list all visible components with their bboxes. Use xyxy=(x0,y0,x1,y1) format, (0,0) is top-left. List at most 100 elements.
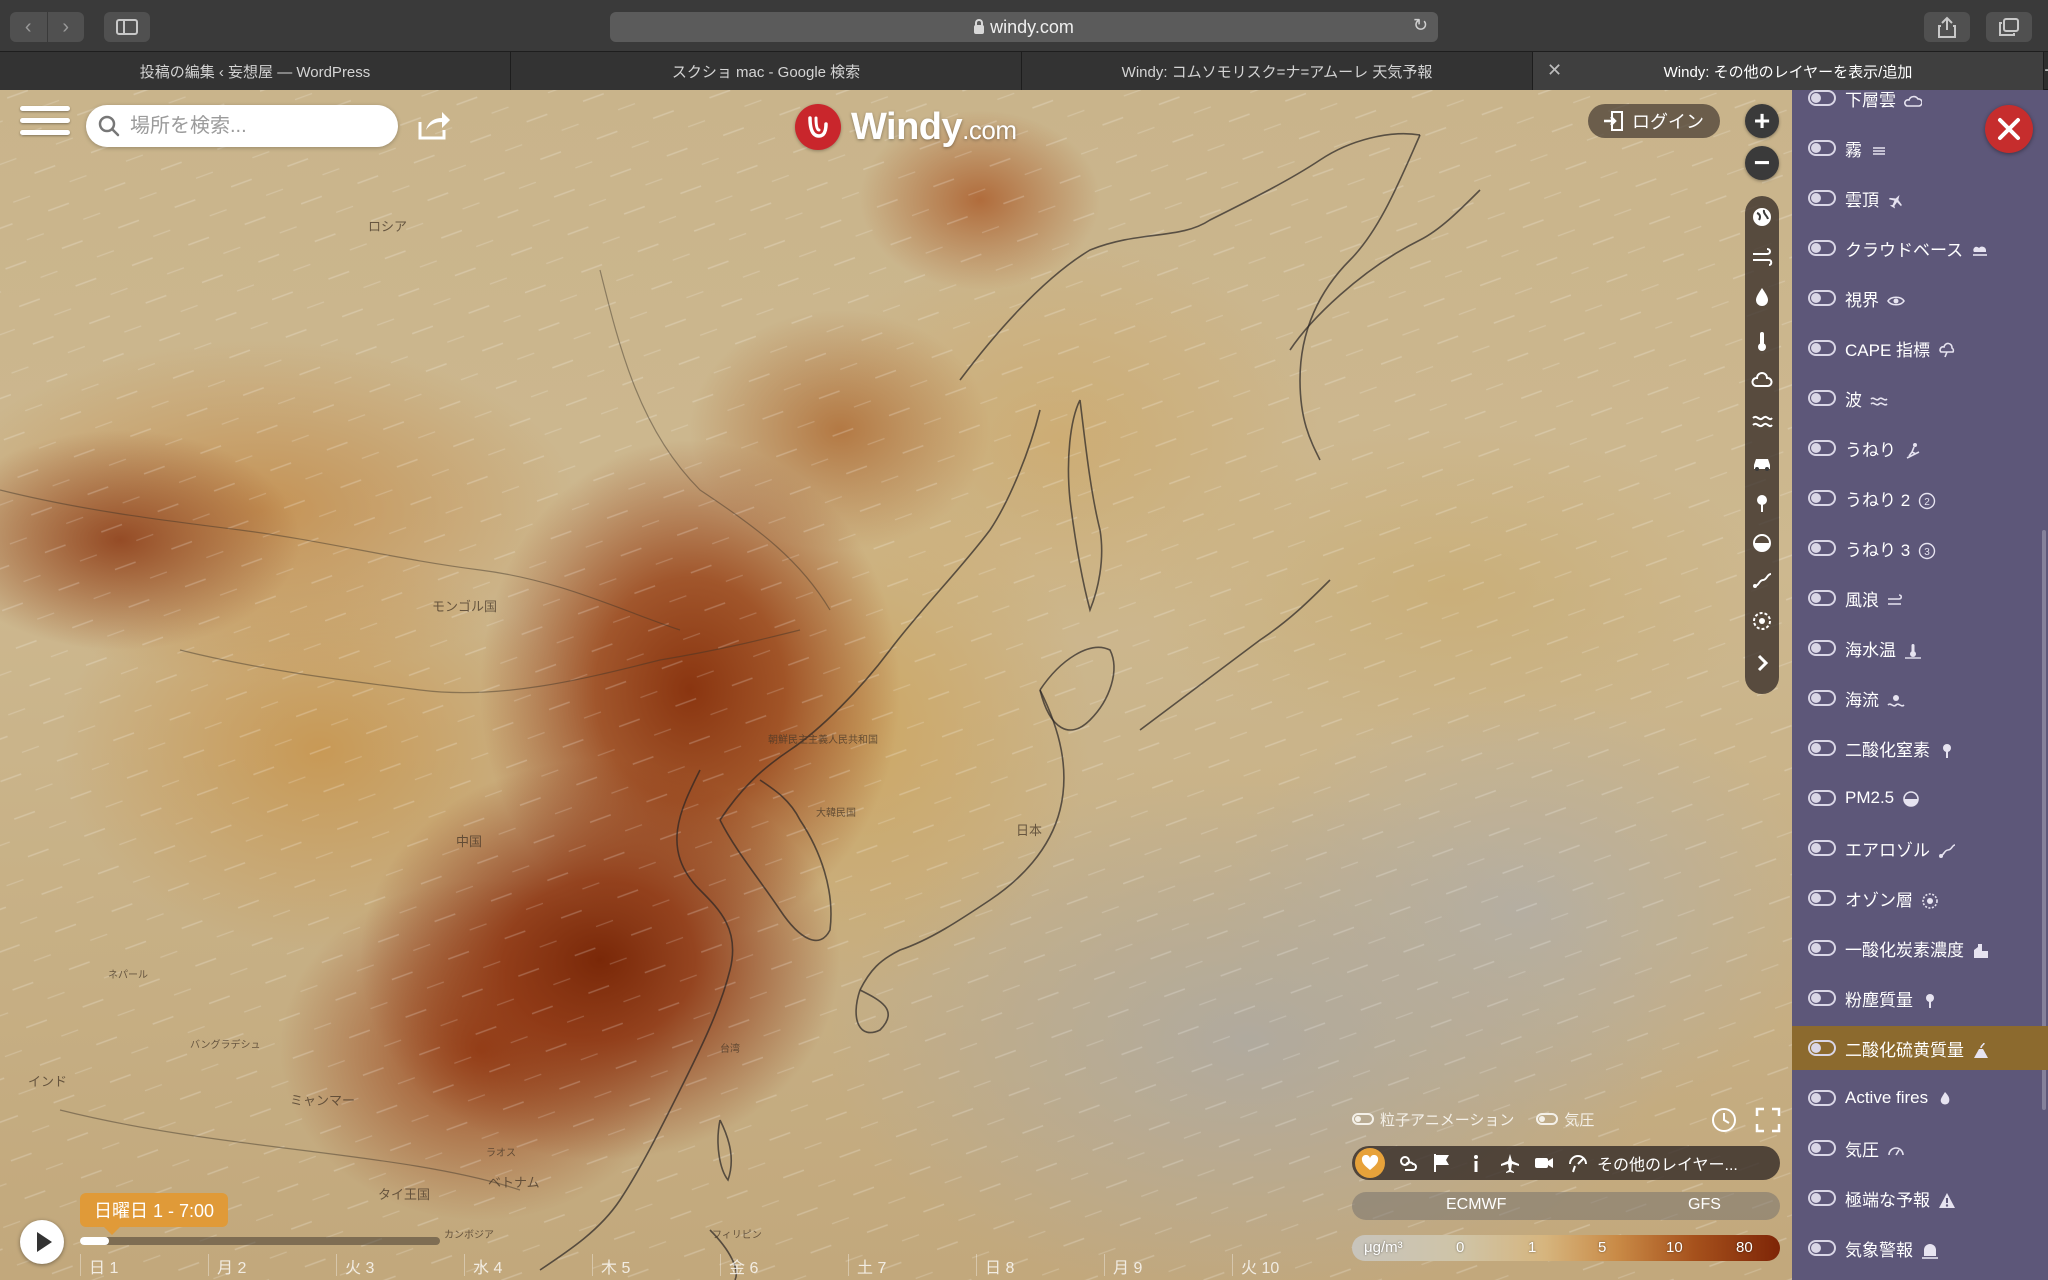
tab-wordpress[interactable]: 投稿の編集 ‹ 妄想屋 — WordPress xyxy=(0,52,511,90)
more-layers-button[interactable]: その他のレイヤー... xyxy=(1597,1151,1738,1175)
layer-item[interactable]: うねり 3 3 xyxy=(1792,526,2048,570)
menu-button[interactable] xyxy=(20,106,70,146)
layer-toggle[interactable] xyxy=(1808,490,1836,506)
globe-icon[interactable] xyxy=(1751,206,1773,228)
pressure-toggle[interactable] xyxy=(1536,1113,1559,1125)
timeline-day[interactable]: 木 5 xyxy=(592,1254,630,1277)
layer-toggle[interactable] xyxy=(1808,1040,1836,1056)
timeline-day[interactable]: 月 2 xyxy=(208,1254,246,1277)
car-icon[interactable] xyxy=(1751,452,1773,474)
layer-item[interactable]: CAPE 指標 xyxy=(1792,326,2048,370)
layer-item[interactable]: うねり xyxy=(1792,426,2048,470)
layer-item[interactable]: 雲頂 xyxy=(1792,176,2048,220)
layer-item[interactable]: Active fires xyxy=(1792,1076,2048,1120)
radar-icon[interactable] xyxy=(1567,1152,1589,1174)
layer-item[interactable]: うねり 2 2 xyxy=(1792,476,2048,520)
layer-item[interactable]: 海流 xyxy=(1792,676,2048,720)
layer-item[interactable]: オゾン層 xyxy=(1792,876,2048,920)
layer-item[interactable]: PM2.5 xyxy=(1792,776,2048,820)
timeline-day[interactable]: 火 3 xyxy=(336,1254,374,1277)
clock-icon[interactable] xyxy=(1710,1106,1738,1134)
info-icon[interactable] xyxy=(1465,1152,1487,1174)
layer-item[interactable]: 粉塵質量 xyxy=(1792,976,2048,1020)
close-panel-button[interactable] xyxy=(1985,105,2033,153)
tab-overview-button[interactable] xyxy=(1986,12,2032,42)
layer-item[interactable]: 気圧 xyxy=(1792,1126,2048,1170)
zoom-in-button[interactable]: + xyxy=(1745,104,1779,138)
layer-toggle[interactable] xyxy=(1808,1240,1836,1256)
tab-google-search[interactable]: スクショ mac - Google 検索 xyxy=(511,52,1022,90)
layer-item[interactable]: 二酸化硫黄質量 xyxy=(1792,1026,2048,1070)
timeline-day[interactable]: 火 10 xyxy=(1232,1254,1279,1277)
weather-map[interactable]: ロシア モンゴル国 中国 朝鮮民主主義人民共和国 大韓民国 日本 ネパール バン… xyxy=(0,90,1792,1280)
model-ecmwf[interactable]: ECMWF xyxy=(1446,1196,1506,1214)
share-map-icon[interactable] xyxy=(414,106,452,144)
layer-toggle[interactable] xyxy=(1808,740,1836,756)
rain-icon[interactable] xyxy=(1751,286,1773,308)
layer-toggle[interactable] xyxy=(1808,990,1836,1006)
timeline-day[interactable]: 日 1 xyxy=(80,1254,118,1277)
layer-toggle[interactable] xyxy=(1808,940,1836,956)
layer-toggle[interactable] xyxy=(1808,640,1836,656)
close-tab-icon[interactable]: ✕ xyxy=(1547,60,1562,81)
layer-toggle[interactable] xyxy=(1808,190,1836,206)
pm25-icon[interactable] xyxy=(1751,532,1773,554)
layer-item[interactable]: 海水温 xyxy=(1792,626,2048,670)
new-tab-button[interactable]: + xyxy=(2044,52,2048,89)
layer-toggle[interactable] xyxy=(1808,390,1836,406)
layer-toggle[interactable] xyxy=(1808,440,1836,456)
layer-toggle[interactable] xyxy=(1808,540,1836,556)
flag-icon[interactable] xyxy=(1431,1152,1453,1174)
play-button[interactable] xyxy=(20,1220,64,1264)
fullscreen-icon[interactable] xyxy=(1754,1106,1782,1134)
layer-item[interactable]: 一酸化炭素濃度 xyxy=(1792,926,2048,970)
favorites-button[interactable] xyxy=(1355,1148,1385,1178)
ozone-icon[interactable] xyxy=(1751,610,1773,632)
layer-toggle[interactable] xyxy=(1808,790,1836,806)
layer-toggle[interactable] xyxy=(1808,240,1836,256)
wind-icon[interactable] xyxy=(1751,246,1773,268)
layer-item[interactable]: エアロゾル xyxy=(1792,826,2048,870)
login-button[interactable]: ログイン xyxy=(1588,104,1720,138)
layer-toggle[interactable] xyxy=(1808,90,1836,106)
layer-toggle[interactable] xyxy=(1808,340,1836,356)
waves-icon[interactable] xyxy=(1751,410,1773,432)
reload-icon[interactable]: ↻ xyxy=(1413,15,1428,36)
timeline-day[interactable]: 日 8 xyxy=(976,1254,1014,1277)
no2-icon[interactable] xyxy=(1751,492,1773,514)
model-gfs[interactable]: GFS xyxy=(1688,1196,1721,1214)
windy-logo[interactable]: Windy.com xyxy=(795,104,1017,150)
search-input[interactable] xyxy=(130,111,380,141)
timeline-progress[interactable] xyxy=(80,1237,109,1245)
search-box[interactable] xyxy=(86,105,398,147)
layer-item[interactable]: 風浪 xyxy=(1792,576,2048,620)
layer-item[interactable]: 極端な予報 xyxy=(1792,1176,2048,1220)
chevron-right-icon[interactable] xyxy=(1751,652,1773,674)
back-icon[interactable]: ‹ xyxy=(10,12,47,42)
webcam-icon[interactable] xyxy=(1533,1152,1555,1174)
airplane-icon[interactable] xyxy=(1499,1152,1521,1174)
tab-windy-layers[interactable]: ✕ Windy: その他のレイヤーを表示/追加 xyxy=(1533,52,2044,90)
layer-toggle[interactable] xyxy=(1808,1190,1836,1206)
zoom-out-button[interactable]: − xyxy=(1745,146,1779,180)
layer-toggle[interactable] xyxy=(1808,890,1836,906)
layer-toggle[interactable] xyxy=(1808,590,1836,606)
layer-item[interactable]: 気象警報 xyxy=(1792,1226,2048,1270)
timeline-day[interactable]: 水 4 xyxy=(464,1254,502,1277)
layer-toggle[interactable] xyxy=(1808,1090,1836,1106)
particles-toggle[interactable] xyxy=(1352,1113,1374,1125)
clouds-icon[interactable] xyxy=(1751,370,1773,392)
timeline-day[interactable]: 金 6 xyxy=(720,1254,758,1277)
layer-toggle[interactable] xyxy=(1808,840,1836,856)
weather-icon[interactable] xyxy=(1397,1152,1419,1174)
temperature-icon[interactable] xyxy=(1751,330,1773,352)
timeline-track[interactable] xyxy=(80,1237,440,1245)
layer-item[interactable]: 波 xyxy=(1792,376,2048,420)
sidebar-toggle-button[interactable] xyxy=(104,12,150,42)
layer-toggle[interactable] xyxy=(1808,290,1836,306)
layer-item[interactable]: クラウドベース xyxy=(1792,226,2048,270)
layer-toggle[interactable] xyxy=(1808,140,1836,156)
layer-toggle[interactable] xyxy=(1808,1140,1836,1156)
timeline-day[interactable]: 月 9 xyxy=(1104,1254,1142,1277)
layer-toggle[interactable] xyxy=(1808,690,1836,706)
